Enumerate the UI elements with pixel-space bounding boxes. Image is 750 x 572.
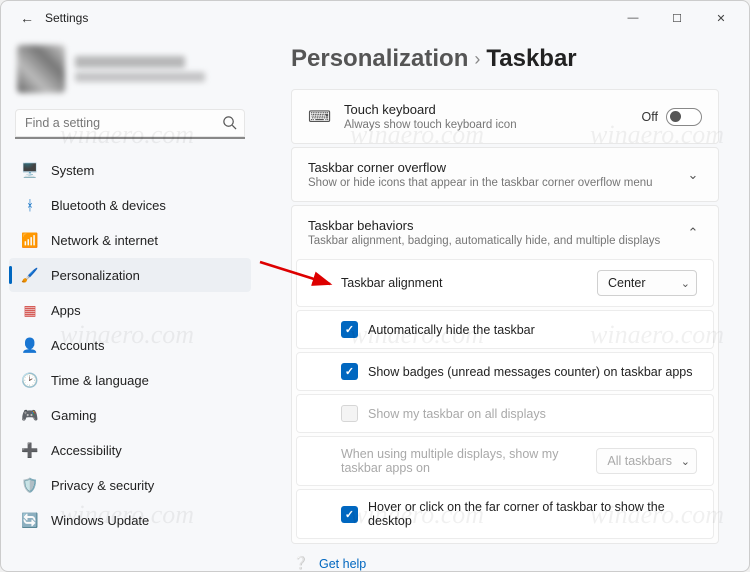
multi-display-row: When using multiple displays, show my ta…: [297, 437, 713, 485]
sidebar-item-accounts[interactable]: 👤 Accounts: [9, 328, 251, 362]
overflow-subtitle: Show or hide icons that appear in the ta…: [308, 177, 670, 189]
titlebar: ← Settings — ☐ ✕: [1, 1, 749, 35]
all-displays-row: Show my taskbar on all displays: [297, 395, 713, 432]
touch-keyboard-toggle-label: Off: [642, 110, 658, 124]
alignment-row: Taskbar alignment Center ⌄: [297, 260, 713, 306]
nav-icon: ▦: [21, 302, 39, 319]
main-panel: Personalization › Taskbar ⌨ Touch keyboa…: [259, 35, 749, 571]
sidebar-item-windows-update[interactable]: 🔄 Windows Update: [9, 503, 251, 537]
nav-icon: 👤: [21, 337, 39, 354]
behaviors-subtitle: Taskbar alignment, badging, automaticall…: [308, 235, 670, 247]
chevron-down-icon: ⌄: [681, 455, 690, 468]
close-button[interactable]: ✕: [699, 3, 743, 33]
alignment-dropdown[interactable]: Center ⌄: [597, 270, 697, 296]
sidebar-item-bluetooth-devices[interactable]: ᚼ Bluetooth & devices: [9, 188, 251, 222]
nav-icon: 🎮: [21, 407, 39, 424]
nav-icon: 🔄: [21, 512, 39, 529]
sidebar-item-personalization[interactable]: 🖌️ Personalization: [9, 258, 251, 292]
get-help-link[interactable]: ❔ Get help: [291, 552, 719, 571]
alignment-value: Center: [608, 276, 646, 290]
avatar: [17, 45, 65, 93]
auto-hide-row[interactable]: ✓ Automatically hide the taskbar: [297, 311, 713, 348]
nav-icon: ➕: [21, 442, 39, 459]
breadcrumb: Personalization › Taskbar: [291, 45, 719, 73]
far-corner-label: Hover or click on the far corner of task…: [368, 500, 697, 528]
touch-keyboard-title: Touch keyboard: [344, 102, 628, 117]
window-title: Settings: [45, 11, 88, 25]
chevron-down-icon: ⌄: [681, 277, 690, 290]
keyboard-icon: ⌨: [308, 107, 330, 127]
sidebar-item-accessibility[interactable]: ➕ Accessibility: [9, 433, 251, 467]
chevron-right-icon: ›: [474, 49, 480, 70]
badges-checkbox[interactable]: ✓: [341, 363, 358, 380]
sidebar-item-apps[interactable]: ▦ Apps: [9, 293, 251, 327]
sidebar-item-label: Accounts: [51, 338, 104, 353]
sidebar-item-label: Time & language: [51, 373, 149, 388]
sidebar: 🖥️ System ᚼ Bluetooth & devices 📶 Network & i…: [1, 35, 259, 571]
sidebar-item-label: Gaming: [51, 408, 97, 423]
sidebar-item-gaming[interactable]: 🎮 Gaming: [9, 398, 251, 432]
touch-keyboard-toggle[interactable]: [666, 108, 702, 126]
search-input[interactable]: [15, 109, 245, 139]
account-name: [75, 56, 185, 68]
multi-display-label: When using multiple displays, show my ta…: [341, 447, 571, 475]
sidebar-item-label: Windows Update: [51, 513, 149, 528]
account-header[interactable]: [9, 41, 251, 107]
chevron-up-icon: ⌃: [684, 225, 702, 241]
far-corner-checkbox[interactable]: ✓: [341, 506, 358, 523]
nav-icon: 🖥️: [21, 162, 39, 179]
auto-hide-checkbox[interactable]: ✓: [341, 321, 358, 338]
badges-row[interactable]: ✓ Show badges (unread messages counter) …: [297, 353, 713, 390]
all-displays-checkbox: [341, 405, 358, 422]
nav-list: 🖥️ System ᚼ Bluetooth & devices 📶 Network & i…: [9, 153, 251, 537]
nav-icon: 🛡️: [21, 477, 39, 494]
behaviors-title: Taskbar behaviors: [308, 218, 670, 233]
touch-keyboard-subtitle: Always show touch keyboard icon: [344, 119, 628, 131]
badges-label: Show badges (unread messages counter) on…: [368, 365, 693, 379]
sidebar-item-label: Bluetooth & devices: [51, 198, 166, 213]
multi-display-value: All taskbars: [607, 454, 672, 468]
sidebar-item-label: Personalization: [51, 268, 140, 283]
overflow-title: Taskbar corner overflow: [308, 160, 670, 175]
breadcrumb-parent[interactable]: Personalization: [291, 45, 468, 73]
help-icon: ❔: [293, 556, 309, 571]
search-icon: [222, 115, 237, 135]
sidebar-item-time-language[interactable]: 🕑 Time & language: [9, 363, 251, 397]
touch-keyboard-row[interactable]: ⌨ Touch keyboard Always show touch keybo…: [291, 89, 719, 144]
far-corner-row[interactable]: ✓ Hover or click on the far corner of ta…: [297, 490, 713, 538]
sidebar-item-system[interactable]: 🖥️ System: [9, 153, 251, 187]
nav-icon: 🕑: [21, 372, 39, 389]
sidebar-item-label: Network & internet: [51, 233, 158, 248]
nav-icon: ᚼ: [21, 197, 39, 213]
back-button[interactable]: ←: [13, 10, 41, 26]
alignment-label: Taskbar alignment: [341, 276, 442, 290]
breadcrumb-current: Taskbar: [486, 45, 576, 73]
all-displays-label: Show my taskbar on all displays: [368, 407, 546, 421]
auto-hide-label: Automatically hide the taskbar: [368, 323, 535, 337]
sidebar-item-label: System: [51, 163, 94, 178]
sidebar-item-label: Accessibility: [51, 443, 122, 458]
multi-display-dropdown: All taskbars ⌄: [596, 448, 697, 474]
sidebar-item-label: Apps: [51, 303, 81, 318]
nav-icon: 📶: [21, 232, 39, 249]
behaviors-header[interactable]: Taskbar behaviors Taskbar alignment, bad…: [292, 206, 718, 259]
maximize-button[interactable]: ☐: [655, 3, 699, 33]
sidebar-item-network-internet[interactable]: 📶 Network & internet: [9, 223, 251, 257]
chevron-down-icon: ⌄: [684, 167, 702, 183]
account-email: [75, 72, 205, 82]
nav-icon: 🖌️: [21, 267, 39, 284]
overflow-row[interactable]: Taskbar corner overflow Show or hide ico…: [291, 147, 719, 202]
sidebar-item-label: Privacy & security: [51, 478, 154, 493]
sidebar-item-privacy-security[interactable]: 🛡️ Privacy & security: [9, 468, 251, 502]
minimize-button[interactable]: —: [611, 3, 655, 33]
behaviors-group: Taskbar behaviors Taskbar alignment, bad…: [291, 205, 719, 544]
